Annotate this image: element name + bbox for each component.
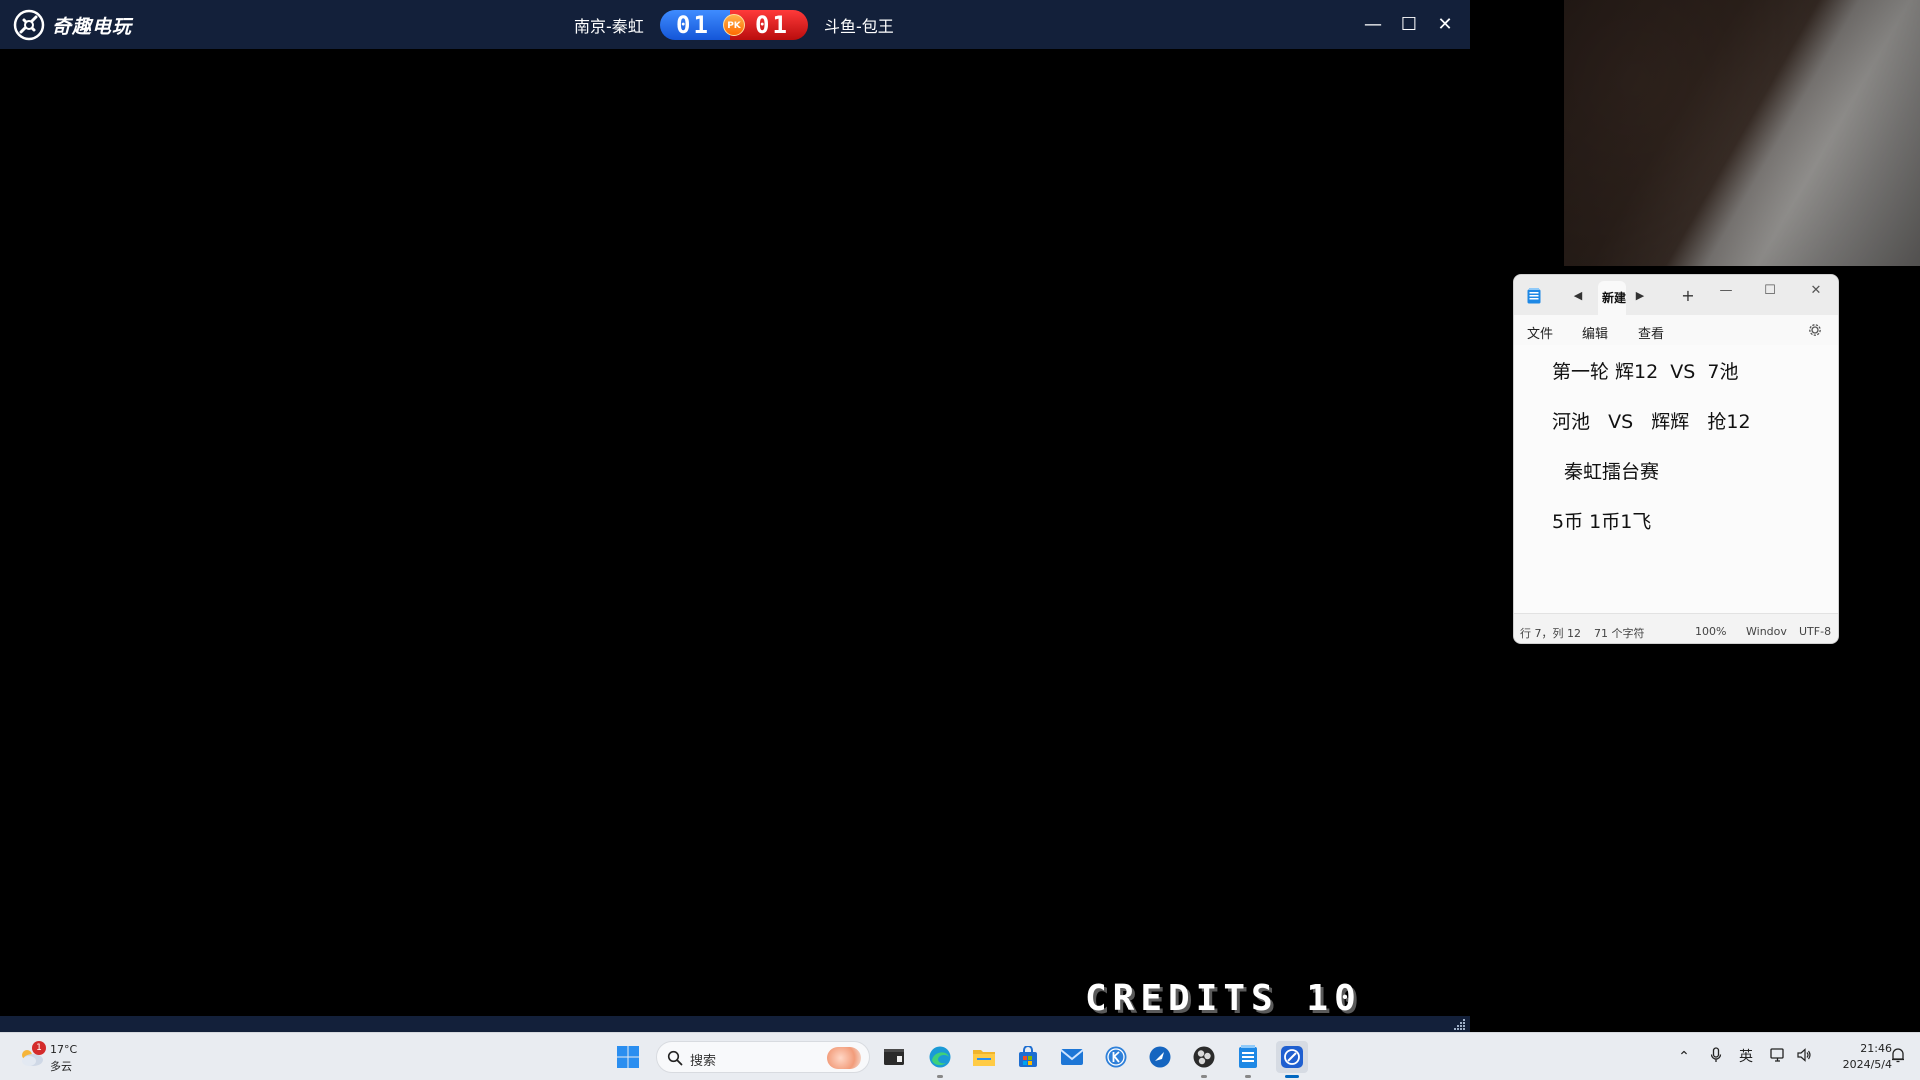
obs-studio-icon	[1193, 1046, 1215, 1068]
menu-view[interactable]: 查看	[1638, 323, 1664, 342]
notepad-statusbar: 行 7，列 12 71 个字符 100% Windov UTF-8	[1514, 613, 1838, 643]
taskbar-app-mail[interactable]	[1056, 1041, 1088, 1073]
score-right: 01	[755, 11, 790, 39]
notepad-tab[interactable]: 新建	[1598, 281, 1626, 315]
taskbar-search-box[interactable]: 搜索	[656, 1041, 870, 1073]
game-window: 奇趣电玩 南京-秦虹 01 01 PK 斗鱼-包王 — ☐ ✕ CREDITS …	[0, 0, 1470, 1032]
running-indicator	[1245, 1075, 1251, 1078]
taskbar-app-edge[interactable]	[924, 1041, 956, 1078]
k-app-icon	[1105, 1046, 1127, 1068]
notepad-taskbar-icon	[1239, 1045, 1257, 1068]
notepad-editor[interactable]: 第一轮 辉12 VS 7池 河池 VS 辉辉 抢12 秦虹擂台赛 5币 1币1飞	[1514, 345, 1838, 613]
game-titlebar[interactable]: 奇趣电玩 南京-秦虹 01 01 PK 斗鱼-包王 — ☐ ✕	[0, 0, 1470, 49]
notepad-minimize-button[interactable]: —	[1714, 279, 1738, 303]
running-indicator-active	[1285, 1075, 1299, 1078]
taskbar-app-game[interactable]	[1276, 1041, 1308, 1078]
weather-temperature: 17°C	[50, 1043, 78, 1056]
weather-description: 多云	[50, 1060, 72, 1073]
input-method-indicator[interactable]: 英	[1736, 1047, 1756, 1067]
menu-edit[interactable]: 编辑	[1582, 323, 1608, 342]
game-maximize-button[interactable]: ☐	[1394, 10, 1424, 40]
folder-icon	[973, 1050, 995, 1066]
terminal-app-icon	[884, 1049, 904, 1065]
taskbar-app-terminal[interactable]	[878, 1041, 910, 1073]
tab-scroll-left-icon[interactable]: ◀	[1570, 288, 1586, 304]
status-char-count: 71 个字符	[1594, 627, 1645, 640]
editor-line: 秦虹擂台赛	[1564, 461, 1660, 483]
search-icon	[667, 1050, 683, 1066]
editor-line: 第一轮 辉12 VS 7池	[1552, 361, 1739, 383]
status-zoom[interactable]: 100%	[1695, 625, 1726, 638]
taskbar-app-store[interactable]	[1012, 1041, 1044, 1073]
monitor-network-glyph	[1770, 1048, 1784, 1062]
clock-time[interactable]: 21:46	[1830, 1042, 1892, 1055]
webcam-shade	[1564, 0, 1920, 266]
status-encoding[interactable]: UTF-8	[1799, 625, 1831, 638]
editor-line: 5币 1币1飞	[1552, 511, 1652, 533]
pk-scoreboard: 01 01 PK	[660, 10, 808, 40]
notepad-menubar: 文件 编辑 查看	[1514, 315, 1838, 345]
notepad-window: ◀ 新建 ▶ + — ☐ ✕ 文件 编辑 查看 第一轮 辉12 VS 7池 河池…	[1513, 274, 1839, 644]
notepad-maximize-button[interactable]: ☐	[1758, 279, 1782, 303]
clock-date[interactable]: 2024/5/4	[1820, 1058, 1892, 1071]
game-bottombar	[0, 1016, 1470, 1032]
microphone-glyph	[1710, 1047, 1722, 1062]
menu-file[interactable]: 文件	[1527, 323, 1553, 342]
game-client-icon	[1281, 1046, 1303, 1068]
score-left: 01	[676, 11, 711, 39]
microphone-icon[interactable]	[1706, 1047, 1726, 1067]
taskbar-app-notepad[interactable]	[1232, 1041, 1264, 1078]
taskbar-app-arrow[interactable]	[1144, 1041, 1176, 1073]
pk-badge: PK	[723, 14, 745, 36]
running-indicator	[937, 1075, 943, 1078]
game-minimize-button[interactable]: —	[1358, 10, 1388, 40]
notepad-app-icon	[1527, 288, 1541, 304]
player-left-name: 南京-秦虹	[574, 17, 644, 36]
tab-scroll-right-icon[interactable]: ▶	[1632, 288, 1648, 304]
settings-gear-icon[interactable]	[1807, 322, 1823, 338]
taskbar-app-k[interactable]	[1100, 1041, 1132, 1073]
bell-glyph	[1892, 1048, 1904, 1063]
running-indicator	[1201, 1075, 1207, 1078]
weather-widget[interactable]: 1 17°C 多云	[16, 1041, 96, 1073]
credits-counter: CREDITS 10	[1085, 978, 1362, 1019]
search-placeholder: 搜索	[690, 1054, 717, 1069]
notepad-close-button[interactable]: ✕	[1804, 279, 1828, 303]
windows-logo-icon	[617, 1046, 639, 1068]
store-bag-icon	[1019, 1046, 1037, 1067]
taskbar-app-file-explorer[interactable]	[968, 1041, 1000, 1073]
show-hidden-icons-chevron-icon[interactable]: ⌃	[1674, 1047, 1694, 1067]
app-name: 奇趣电玩	[52, 15, 133, 38]
search-highlight-image	[827, 1047, 861, 1069]
speaker-glyph	[1797, 1048, 1811, 1062]
add-tab-button[interactable]: +	[1678, 286, 1698, 306]
logo-icon	[13, 9, 45, 41]
webcam-feed	[1564, 0, 1920, 266]
mail-icon	[1060, 1049, 1084, 1065]
blue-arrow-app-icon	[1149, 1046, 1171, 1068]
editor-line: 河池 VS 辉辉 抢12	[1552, 411, 1751, 433]
taskbar: 1 17°C 多云 搜索 ⌃ 英 21:46 2024/5/4	[0, 1032, 1920, 1080]
notification-bell-icon[interactable]	[1888, 1047, 1908, 1067]
app-logo: 奇趣电玩	[12, 8, 132, 42]
volume-icon[interactable]	[1794, 1047, 1814, 1067]
game-screen[interactable]	[0, 49, 1470, 1016]
weather-notification-badge: 1	[32, 1041, 46, 1055]
start-button[interactable]	[612, 1041, 644, 1073]
taskbar-app-obs[interactable]	[1188, 1041, 1220, 1078]
player-right-name: 斗鱼-包王	[824, 17, 894, 36]
status-cursor-position: 行 7，列 12	[1520, 627, 1581, 640]
edge-browser-icon	[929, 1046, 951, 1068]
resize-grip-icon[interactable]	[1454, 1018, 1466, 1030]
network-icon[interactable]	[1768, 1047, 1788, 1067]
notepad-titlebar[interactable]: ◀ 新建 ▶ + — ☐ ✕	[1514, 275, 1838, 315]
status-line-ending[interactable]: Windov	[1746, 625, 1787, 638]
game-close-button[interactable]: ✕	[1430, 10, 1460, 40]
